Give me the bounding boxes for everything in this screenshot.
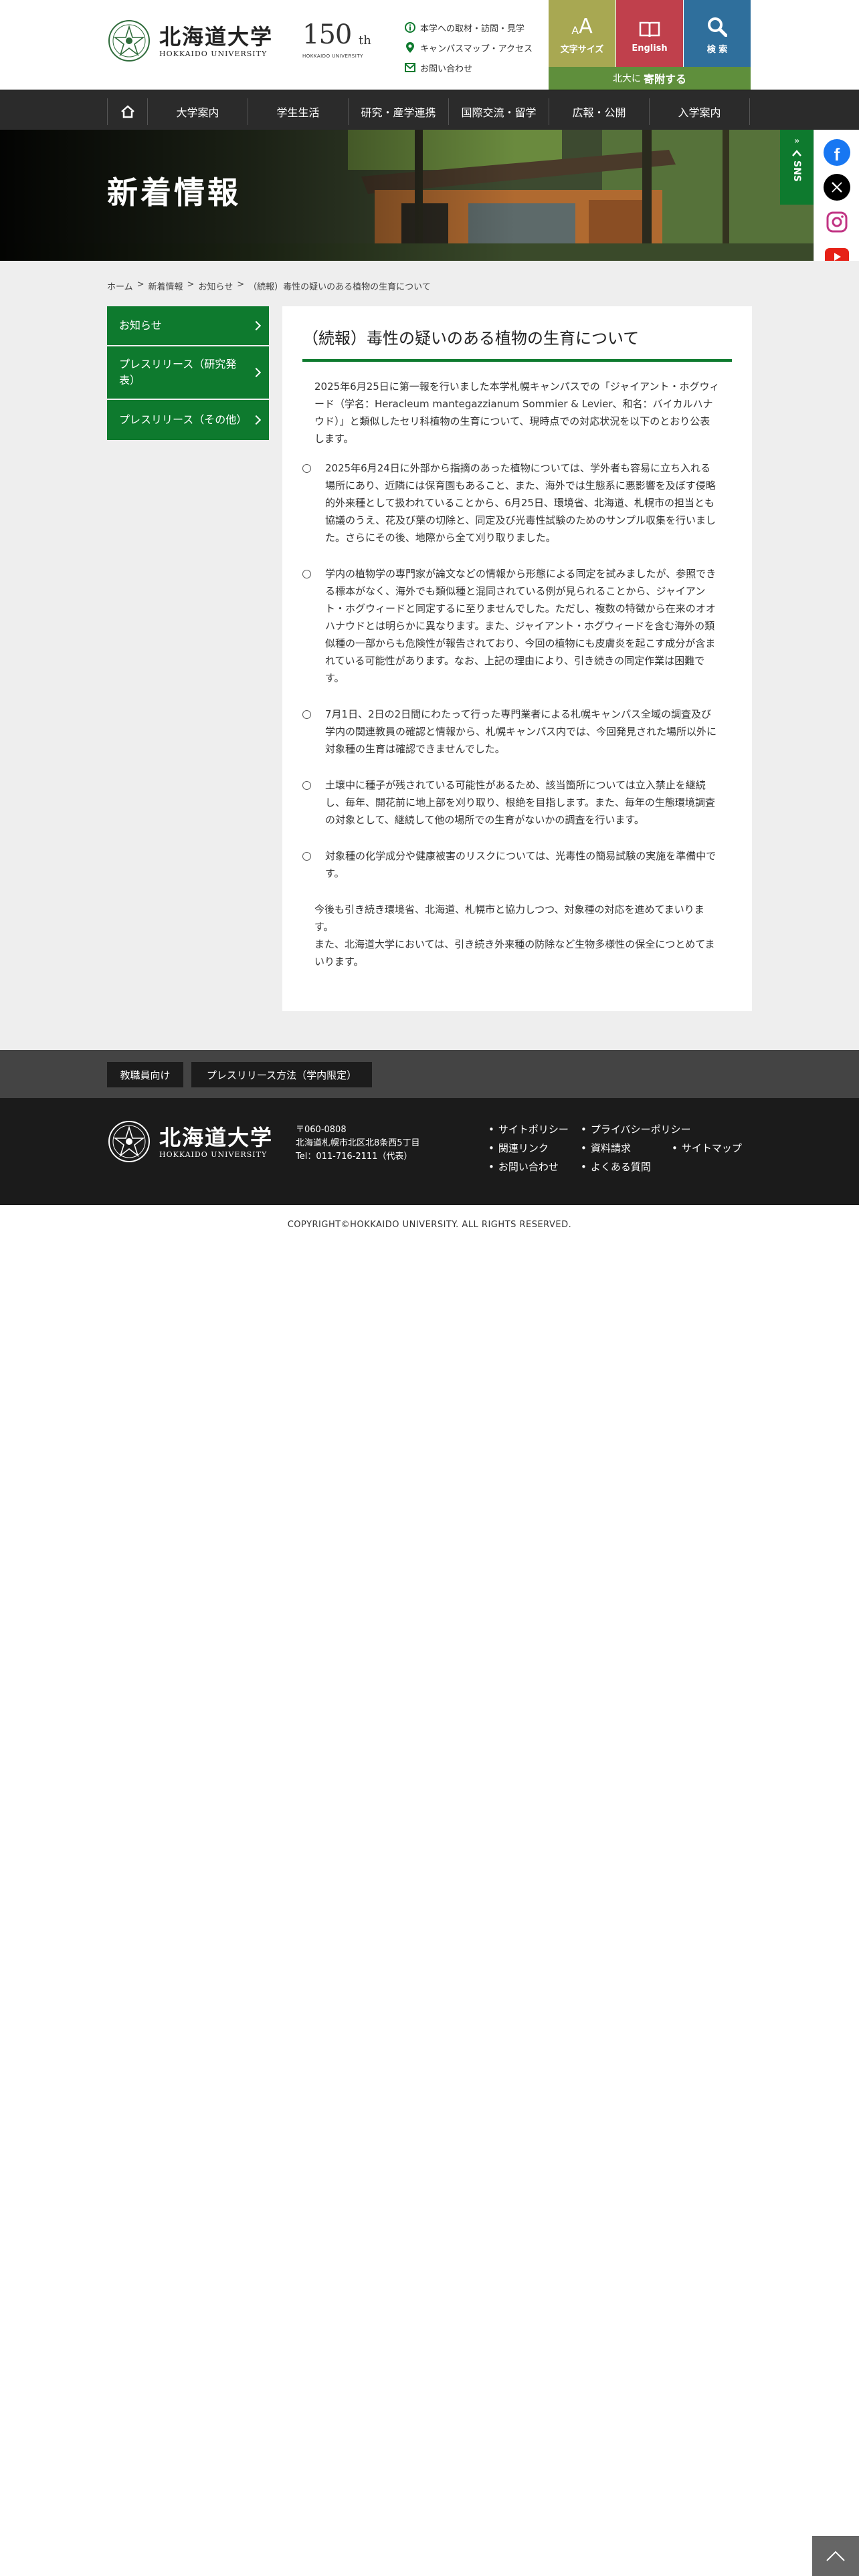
logo-english: HOKKAIDO UNIVERSITY (159, 49, 268, 58)
chevron-up-icon (826, 2551, 845, 2561)
instagram-icon[interactable] (824, 209, 850, 235)
donate-prefix: 北大に (612, 74, 641, 84)
font-size-label: 文字サイズ (560, 44, 604, 55)
breadcrumb-home[interactable]: ホーム (107, 280, 133, 292)
footer-link-related-links[interactable]: 関連リンク (488, 1141, 549, 1155)
footer-button-bar: 教職員向け プレスリリース方法（学内限定） (0, 1050, 859, 1098)
article-title: （続報）毒性の疑いのある植物の生育について (302, 325, 732, 362)
article-body: （続報）毒性の疑いのある植物の生育について 2025年6月25日に第一報を行いま… (282, 306, 752, 1011)
article-lead: 2025年6月25日に第一報を行いました本学札幌キャンパスでの「ジャイアント・ホ… (314, 381, 720, 445)
campus-map-link-label: キャンパスマップ・アクセス (420, 43, 533, 54)
sidenav-item-press-research[interactable]: プレスリリース（研究発表） (107, 346, 269, 399)
home-icon (120, 105, 134, 118)
donate-strong: 寄附する (643, 73, 686, 86)
university-logo[interactable]: 北海道大学 HOKKAIDO UNIVERSITY (107, 19, 273, 63)
nav-admissions[interactable]: 入学案内 (650, 98, 750, 125)
double-chevron-right-icon: » (793, 136, 800, 146)
footer-link-site-policy[interactable]: サイトポリシー (488, 1122, 569, 1136)
header-utility-links: 本学への取材・訪問・見学 キャンパスマップ・アクセス お問い合わせ (404, 17, 545, 78)
footer-logo-english: HOKKAIDO UNIVERSITY (159, 1150, 268, 1159)
donate-button[interactable]: 北大に 寄附する (549, 67, 751, 90)
search-label: 検 索 (706, 44, 728, 55)
font-size-button[interactable]: AA 文字サイズ (549, 0, 615, 67)
footer-logo-japanese: 北海道大学 (159, 1124, 274, 1150)
anniversary-caption: HOKKAIDO UNIVERSITY (302, 53, 363, 59)
x-twitter-icon[interactable] (824, 174, 850, 201)
logo-japanese: 北海道大学 (159, 23, 274, 49)
mail-icon (404, 62, 416, 74)
sns-label: SNS (791, 160, 802, 182)
breadcrumb-current: （続報）毒性の疑いのある植物の生育について (248, 282, 431, 292)
nav-public-relations[interactable]: 広報・公開 (549, 98, 650, 125)
list-item: 学内の植物学の専門家が論文などの情報から形態による同定を試みましたが、参照できる… (302, 565, 720, 687)
nav-about[interactable]: 大学案内 (148, 98, 248, 125)
sidenav-item-label: お知らせ (119, 319, 162, 332)
university-emblem-icon (108, 20, 150, 62)
staff-button[interactable]: 教職員向け (107, 1062, 183, 1087)
university-emblem-icon (108, 1121, 150, 1162)
footer-logo[interactable]: 北海道大学 HOKKAIDO UNIVERSITY (107, 1119, 273, 1164)
english-label: English (632, 43, 668, 53)
visit-link-label: 本学への取材・訪問・見学 (420, 23, 525, 34)
chevron-right-icon (251, 320, 262, 331)
article-list: 2025年6月24日に外部から指摘のあった植物については、学外者も容易に立ち入れ… (302, 459, 720, 882)
breadcrumb: ホーム > 新着情報 > お知らせ > （続報）毒性の疑いのある植物の生育について (107, 280, 431, 292)
campus-map-link[interactable]: キャンパスマップ・アクセス (404, 37, 545, 58)
sns-panel: f (814, 130, 859, 282)
footer-link-faq[interactable]: よくある質問 (581, 1160, 651, 1174)
sns-toggle-tab[interactable]: » SNS (780, 130, 814, 205)
book-icon (639, 14, 660, 38)
list-item: 対象種の化学成分や健康被害のリスクについては、光毒性の簡易試験の実施を準備中です… (302, 847, 720, 882)
header-buttons: AA 文字サイズ English 検 索 北大に 寄附する (549, 0, 751, 90)
info-circle-icon (404, 21, 416, 33)
street-address: 北海道札幌市北区北8条西5丁目 (296, 1138, 420, 1148)
footer-link-privacy-policy[interactable]: プライバシーポリシー (581, 1122, 691, 1136)
press-release-method-button[interactable]: プレスリリース方法（学内限定） (191, 1062, 372, 1087)
visit-link[interactable]: 本学への取材・訪問・見学 (404, 17, 545, 37)
sidenav-item-label: プレスリリース（研究発表） (119, 358, 237, 387)
anniversary-suffix: th (359, 33, 371, 47)
contact-link-label: お問い合わせ (420, 64, 473, 74)
nav-student-life[interactable]: 学生生活 (248, 98, 349, 125)
chevron-right-icon (251, 367, 262, 378)
breadcrumb-news[interactable]: 新着情報 (149, 280, 183, 292)
search-button[interactable]: 検 索 (684, 0, 751, 67)
chevron-up-icon (792, 150, 801, 156)
chevron-right-icon (251, 415, 262, 425)
footer-link-request-materials[interactable]: 資料請求 (581, 1141, 631, 1155)
global-nav: 大学案内 学生生活 研究・産学連携 国際交流・留学 広報・公開 入学案内 (0, 90, 859, 130)
footer-link-contact[interactable]: お問い合わせ (488, 1160, 559, 1174)
footer-link-sitemap[interactable]: サイトマップ (672, 1141, 742, 1155)
article-closing-1: 今後も引き続き環境省、北海道、札幌市と協力しつつ、対象種の対応を進めてまいります… (314, 903, 704, 933)
font-size-icon: AA (571, 14, 593, 38)
english-button[interactable]: English (616, 0, 683, 67)
site-footer: 北海道大学 HOKKAIDO UNIVERSITY 〒060-0808 北海道札… (0, 1098, 859, 1205)
phone-number: Tel：011-716-2111（代表） (296, 1152, 413, 1162)
breadcrumb-notices[interactable]: お知らせ (198, 280, 233, 292)
sidenav-item-press-other[interactable]: プレスリリース（その他） (107, 400, 269, 440)
list-item: 土壌中に種子が残されている可能性があるため、該当箇所については立入禁止を継続し、… (302, 776, 720, 829)
contact-link[interactable]: お問い合わせ (404, 58, 545, 78)
sidenav-item-label: プレスリリース（その他） (119, 413, 248, 426)
anniversary-number: 150 (302, 19, 352, 50)
sidenav-item-notices[interactable]: お知らせ (107, 306, 269, 345)
search-icon (707, 13, 727, 37)
anniversary-150th-logo: 150 th HOKKAIDO UNIVERSITY (302, 19, 377, 63)
article-closing-2: また、北海道大学においては、引き続き外来種の防除など生物多様性の保全につとめてま… (314, 938, 715, 968)
list-item: 2025年6月24日に外部から指摘のあった植物については、学外者も容易に立ち入れ… (302, 459, 720, 546)
hero-banner: 新着情報 (0, 130, 859, 261)
back-to-top-button[interactable] (812, 2536, 859, 2576)
map-pin-icon (404, 41, 416, 53)
nav-research[interactable]: 研究・産学連携 (349, 98, 449, 125)
nav-international[interactable]: 国際交流・留学 (449, 98, 549, 125)
facebook-icon[interactable]: f (824, 139, 850, 166)
page-title: 新着情報 (107, 175, 241, 211)
home-nav-button[interactable] (108, 98, 148, 125)
postal-code: 〒060-0808 (296, 1125, 347, 1135)
site-header: 北海道大学 HOKKAIDO UNIVERSITY 150 th HOKKAID… (0, 0, 859, 90)
footer-address: 〒060-0808 北海道札幌市北区北8条西5丁目 Tel：011-716-21… (296, 1123, 420, 1164)
side-nav: お知らせ プレスリリース（研究発表） プレスリリース（その他） (107, 306, 269, 441)
copyright: COPYRIGHT©HOKKAIDO UNIVERSITY. ALL RIGHT… (287, 1220, 572, 1230)
list-item: 7月1日、2日の2日間にわたって行った専門業者による札幌キャンパス全域の調査及び… (302, 706, 720, 758)
